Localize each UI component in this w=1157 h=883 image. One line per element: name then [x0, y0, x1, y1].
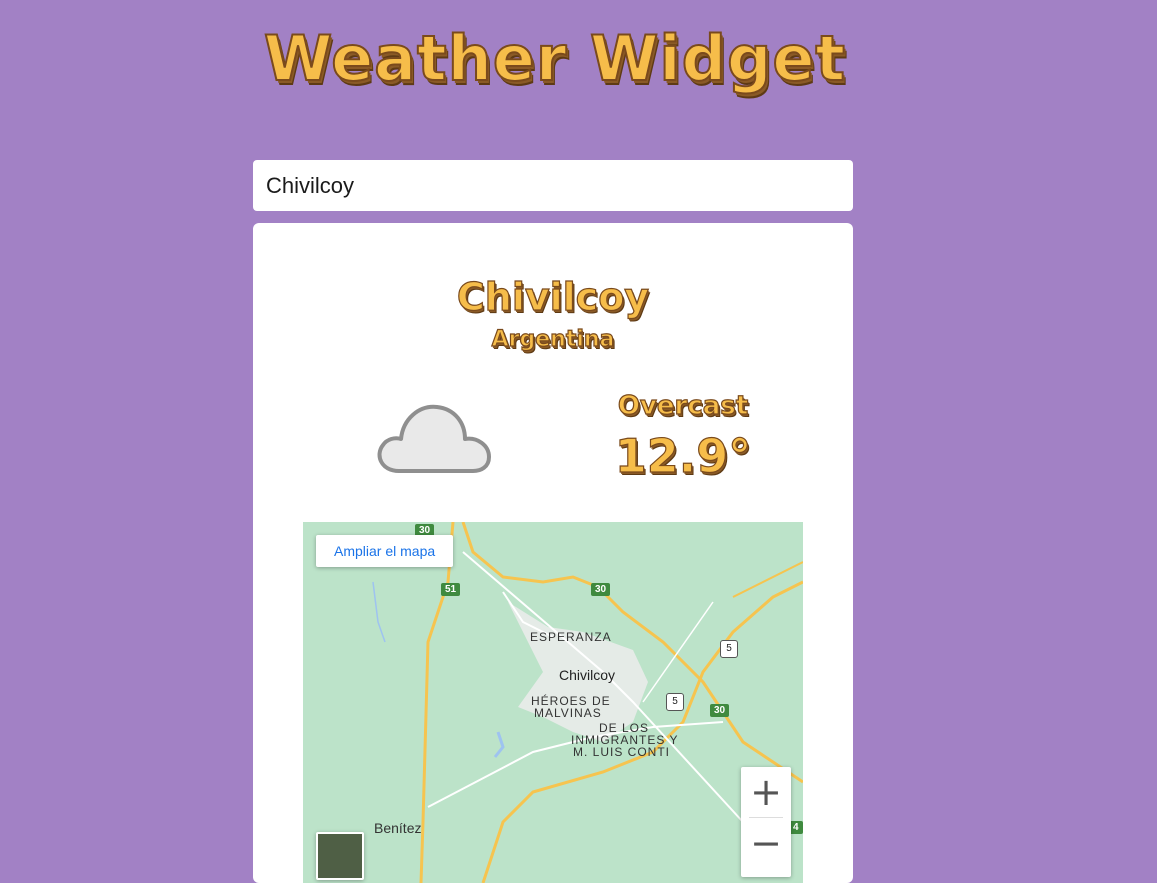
weather-card: Chivilcoy Argentina Overcast 12.9° 30 51… [253, 223, 853, 883]
enlarge-map-button[interactable]: Ampliar el mapa [316, 535, 454, 567]
satellite-toggle-button[interactable] [316, 832, 364, 880]
city-name: Chivilcoy [456, 274, 650, 319]
road-shield-51: 51 [441, 583, 461, 596]
city-search-input[interactable] [253, 160, 853, 211]
map-label-inmigrantes-3: M. LUIS CONTI [573, 745, 671, 759]
map-label-esperanza: ESPERANZA [530, 630, 612, 644]
temperature: 12.9° [614, 428, 752, 483]
road-shield-4: 4 [789, 821, 803, 834]
map-label-chivilcoy: Chivilcoy [559, 667, 616, 683]
zoom-in-button[interactable]: + [741, 767, 791, 817]
country-name: Argentina [491, 326, 615, 352]
road-shield-30: 30 [710, 704, 730, 717]
road-shield-30: 30 [591, 583, 611, 596]
app-title: Weather Widget [263, 21, 847, 96]
condition-text: Overcast [617, 390, 749, 421]
location-map[interactable]: 30 51 30 30 4 5 5 ESPERANZA Chivilcoy HÉ… [303, 522, 803, 883]
route-shield-5: 5 [666, 693, 684, 711]
route-shield-5: 5 [720, 640, 738, 658]
map-label-benitez: Benítez [374, 820, 422, 836]
cloud-icon [373, 393, 493, 482]
map-label-heroes-2: MALVINAS [534, 706, 602, 720]
